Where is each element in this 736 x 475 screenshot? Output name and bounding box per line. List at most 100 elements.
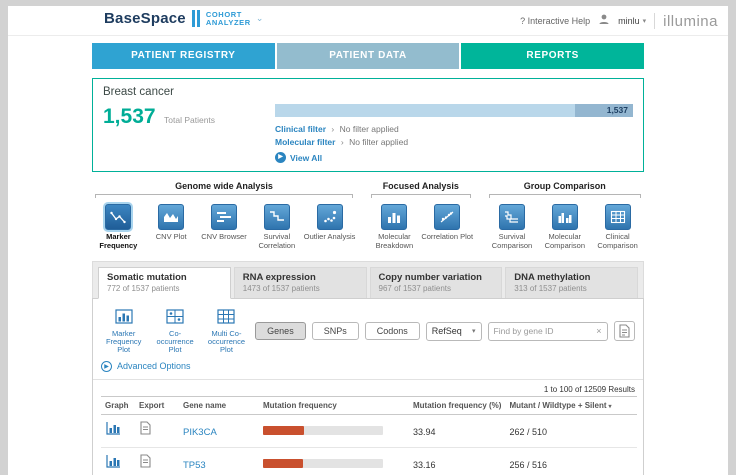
col-export: Export [135, 396, 179, 414]
tool-clinical-comparison[interactable]: Clinical Comparison [591, 204, 644, 250]
export-list-button[interactable] [614, 321, 635, 341]
reference-select[interactable]: RefSeq ▾ [426, 322, 482, 341]
plot-tool-label: Co-occurrence Plot [152, 330, 197, 355]
data-tab-label: DNA methylation [514, 272, 629, 283]
toggle-genes[interactable]: Genes [255, 322, 306, 340]
tab-patient-data[interactable]: PATIENT DATA [277, 43, 460, 69]
data-tab-subtitle: 313 of 1537 patients [514, 284, 629, 293]
frequency-pct-value: 33.16 [413, 460, 436, 470]
export-icon[interactable] [139, 455, 152, 472]
graph-icon[interactable] [105, 456, 121, 473]
toggle-codons[interactable]: Codons [365, 322, 420, 340]
group-focused-label: Focused Analysis [368, 181, 474, 191]
tool-outlier-analysis[interactable]: Outlier Analysis [303, 204, 356, 250]
tab-reports[interactable]: REPORTS [461, 43, 644, 69]
chevron-right-icon: › [331, 124, 334, 134]
tab-rna-expression[interactable]: RNA expression 1473 of 1537 patients [234, 267, 367, 298]
survival-correlation-icon [264, 204, 290, 230]
multi-co-occurrence-plot-icon [204, 308, 249, 328]
tool-cnv-browser[interactable]: CNV Browser [198, 204, 251, 250]
plot-tool-label: Marker Frequency Plot [101, 330, 146, 355]
tab-copy-number-variation[interactable]: Copy number variation 967 of 1537 patien… [370, 267, 503, 298]
molecular-filter-link[interactable]: Molecular filter [275, 137, 335, 147]
app-header: BaseSpace COHORT ANALYZER ⌄ ? Interactiv… [8, 6, 728, 36]
clinical-filter-link[interactable]: Clinical filter [275, 124, 326, 134]
frequency-pct-value: 33.94 [413, 427, 436, 437]
data-tab-subtitle: 967 of 1537 patients [379, 284, 494, 293]
tool-label: Clinical Comparison [591, 233, 644, 250]
chevron-down-icon[interactable]: ⌄ [256, 13, 264, 24]
cohort-summary-panel: Breast cancer 1,537 Total Patients 1,537… [92, 78, 644, 172]
tool-label: Survival Comparison [486, 233, 539, 250]
col-mutation-frequency-pct[interactable]: Mutation frequency (%) [409, 396, 505, 414]
results-table: Graph Export Gene name Mutation frequenc… [101, 396, 637, 475]
col-mutant-wildtype[interactable]: Mutant / Wildtype + Silent▾ [505, 396, 637, 414]
tool-molecular-breakdown[interactable]: Molecular Breakdown [368, 204, 421, 250]
patient-count-bar: 1,537 [275, 104, 633, 117]
frequency-bar-fill [263, 459, 303, 468]
co-occurrence-plot-button[interactable]: Co-occurrence Plot [152, 308, 197, 355]
frequency-bar-fill [263, 426, 304, 435]
cnv-browser-icon [211, 204, 237, 230]
illumina-logo: illumina [663, 13, 718, 30]
tool-survival-correlation[interactable]: Survival Correlation [250, 204, 303, 250]
marker-frequency-plot-icon [101, 308, 146, 328]
marker-frequency-icon [105, 204, 131, 230]
user-icon [598, 12, 610, 30]
gene-search-box: × [488, 322, 608, 341]
multi-co-occurrence-plot-button[interactable]: Multi Co-occurrence Plot [204, 308, 249, 355]
patient-count-label: Total Patients [164, 115, 215, 125]
view-all-label: View All [290, 153, 322, 163]
tool-survival-comparison[interactable]: Survival Comparison [486, 204, 539, 250]
interactive-help-link[interactable]: ? Interactive Help [520, 16, 590, 26]
advanced-options-row: ▶ Advanced Options [93, 359, 643, 380]
cohort-analyzer-menu[interactable]: COHORT ANALYZER [206, 11, 251, 27]
frequency-bar-track [263, 459, 383, 468]
cnv-plot-icon [158, 204, 184, 230]
tool-marker-frequency[interactable]: Marker Frequency [92, 204, 145, 250]
brand-area: BaseSpace COHORT ANALYZER ⌄ [104, 10, 263, 27]
col-gene-name[interactable]: Gene name [179, 396, 259, 414]
gene-link[interactable]: TP53 [183, 460, 206, 471]
co-occurrence-plot-icon [152, 308, 197, 328]
graph-icon[interactable] [105, 423, 121, 440]
clear-search-icon[interactable]: × [596, 326, 601, 336]
patient-count-bar-value: 1,537 [607, 104, 628, 117]
view-all-link[interactable]: ▶ View All [275, 152, 633, 163]
tab-patient-registry[interactable]: PATIENT REGISTRY [92, 43, 275, 69]
expand-circle-icon[interactable]: ▶ [101, 361, 112, 372]
tool-molecular-comparison[interactable]: Molecular Comparison [538, 204, 591, 250]
results-count: 1 to 100 of 12509 Results [93, 380, 643, 396]
data-tab-subtitle: 1473 of 1537 patients [243, 284, 358, 293]
tab-dna-methylation[interactable]: DNA methylation 313 of 1537 patients [505, 267, 638, 298]
col-graph: Graph [101, 396, 135, 414]
results-header-row: Graph Export Gene name Mutation frequenc… [101, 396, 637, 414]
user-menu[interactable]: minlu ▾ [618, 16, 646, 26]
gene-search-input[interactable] [494, 326, 594, 336]
tool-label: Marker Frequency [92, 233, 145, 250]
tool-label: Correlation Plot [421, 233, 474, 242]
user-name: minlu [618, 16, 640, 26]
group-bracket [95, 194, 353, 198]
play-circle-icon: ▶ [275, 152, 286, 163]
gene-link[interactable]: PIK3CA [183, 427, 217, 438]
toggle-snps[interactable]: SNPs [312, 322, 359, 340]
export-icon[interactable] [139, 422, 152, 439]
survival-comparison-icon [499, 204, 525, 230]
sort-icon: ▾ [609, 404, 612, 410]
tab-somatic-mutation[interactable]: Somatic mutation 772 of 1537 patients [98, 267, 231, 299]
somatic-mutation-panel: Marker Frequency Plot Co-occurrence Plot… [92, 298, 644, 475]
tool-cnv-plot[interactable]: CNV Plot [145, 204, 198, 250]
caret-down-icon: ▾ [643, 17, 647, 25]
app-name-line2: ANALYZER [206, 19, 251, 27]
group-bracket [489, 194, 641, 198]
advanced-options-link[interactable]: Advanced Options [117, 361, 191, 371]
filter-row: Marker Frequency Plot Co-occurrence Plot… [93, 299, 643, 359]
molecular-breakdown-icon [381, 204, 407, 230]
clinical-comparison-icon [605, 204, 631, 230]
clinical-filter-row: Clinical filter › No filter applied [275, 123, 633, 136]
marker-frequency-plot-button[interactable]: Marker Frequency Plot [101, 308, 146, 355]
tool-correlation-plot[interactable]: Correlation Plot [421, 204, 474, 250]
col-mutation-frequency[interactable]: Mutation frequency [259, 396, 409, 414]
main-tabs: PATIENT REGISTRY PATIENT DATA REPORTS [92, 43, 644, 69]
